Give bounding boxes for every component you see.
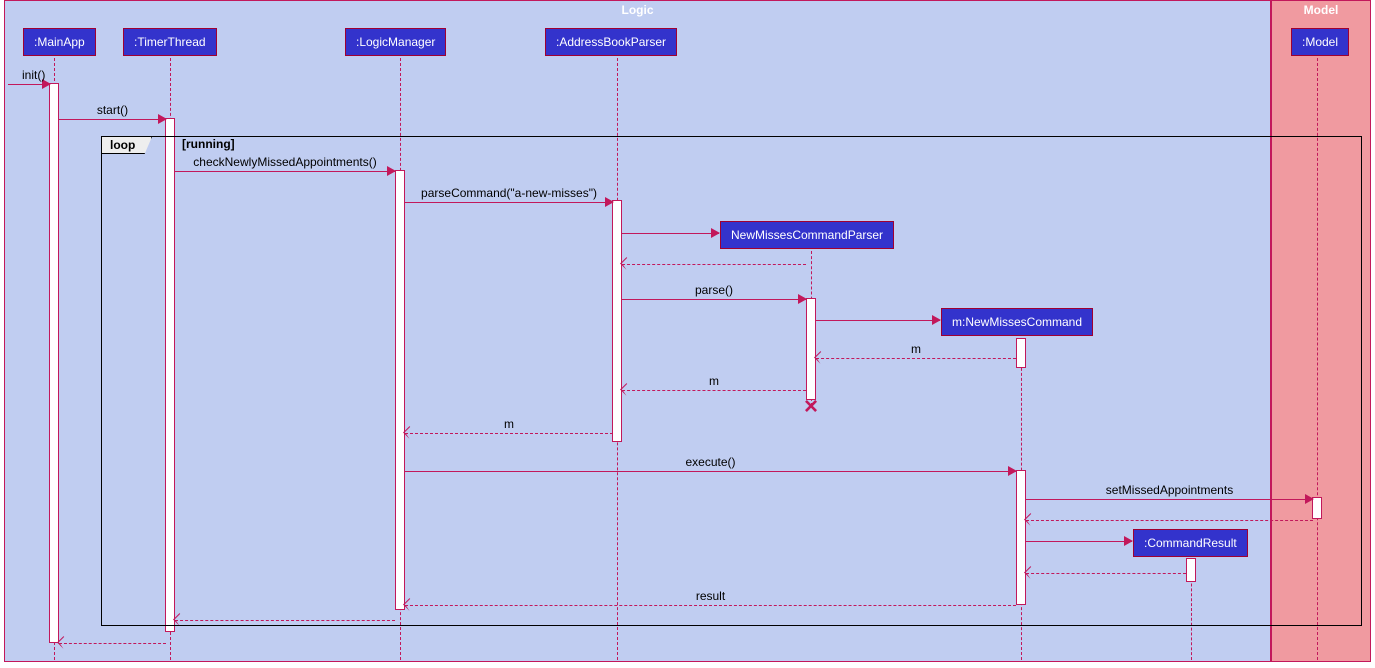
- msg-start: start(): [59, 107, 166, 123]
- participant-logicmgr: :LogicManager: [345, 28, 446, 56]
- msg-create-nmparser: [622, 221, 719, 237]
- msg-execute: execute(): [405, 459, 1016, 475]
- msg-return-result: result: [405, 593, 1016, 609]
- participant-mainapp: :MainApp: [23, 28, 96, 56]
- msg-return-cmdresult: [1026, 561, 1186, 577]
- msg-init: init(): [8, 72, 50, 88]
- msg-return-mainapp: [59, 631, 166, 647]
- participant-model: :Model: [1291, 28, 1349, 56]
- msg-return-m3: m: [405, 421, 613, 437]
- msg-return-m1: m: [816, 346, 1016, 362]
- msg-create-cmdresult: [1026, 529, 1132, 545]
- activation-mainapp: [49, 83, 59, 643]
- logic-frame-title: Logic: [614, 1, 662, 19]
- loop-guard: [running]: [182, 137, 235, 151]
- participant-abparser: :AddressBookParser: [545, 28, 677, 56]
- msg-return-timer: [175, 608, 395, 624]
- participant-timer: :TimerThread: [123, 28, 217, 56]
- msg-parse: parse(): [622, 287, 806, 303]
- msg-return-nmparser: [622, 252, 806, 268]
- model-frame-title: Model: [1296, 1, 1347, 19]
- msg-setmissed: setMissedAppointments: [1026, 487, 1313, 503]
- loop-label: loop: [101, 136, 152, 154]
- msg-check: checkNewlyMissedAppointments(): [175, 159, 395, 175]
- msg-parsecmd: parseCommand("a-new-misses"): [405, 190, 613, 206]
- msg-return-m2: m: [622, 378, 806, 394]
- msg-create-nmcmd: [816, 308, 940, 324]
- msg-return-setmissed: [1026, 508, 1313, 524]
